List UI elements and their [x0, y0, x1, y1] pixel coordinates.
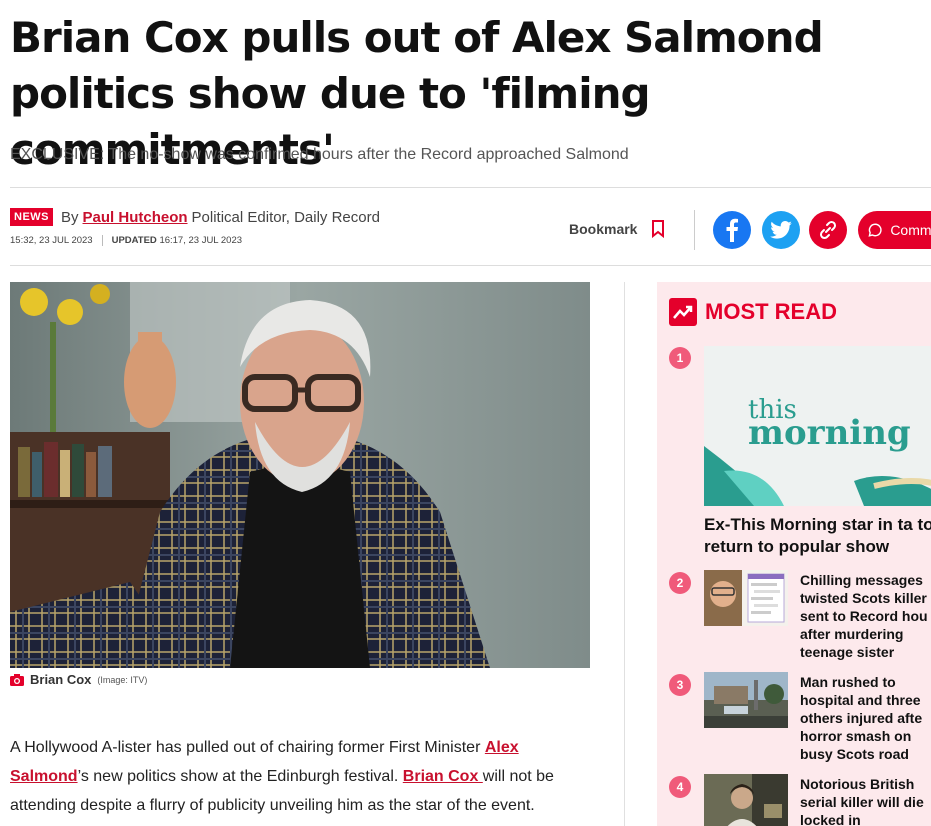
column-separator: [624, 282, 625, 826]
brian-cox-photo: [10, 282, 590, 668]
twitter-share-button[interactable]: [762, 211, 800, 249]
author-link[interactable]: Paul Hutcheon: [83, 209, 188, 226]
updated-label: UPDATED: [111, 235, 157, 246]
divider: [10, 187, 931, 188]
link-icon: [819, 220, 837, 240]
caption-credit: (Image: ITV): [97, 674, 148, 685]
rank-badge: 3: [669, 674, 691, 696]
most-read-item-title-text: Notorious British serial killer will die…: [800, 776, 924, 826]
rank-badge: 4: [669, 776, 691, 798]
most-read-item-title[interactable]: Ex-This Morning star in ta to return to …: [704, 514, 931, 558]
article-photo[interactable]: [10, 282, 590, 668]
facebook-share-button[interactable]: [713, 211, 751, 249]
date-separator: [101, 235, 103, 246]
author-role: Political Editor, Daily Record: [191, 208, 380, 226]
most-read-panel: MOST READ 1 this morning Ex-This Morning…: [657, 282, 931, 826]
article-standfirst: EXCLUSIVE: The no-show was confirmed hou…: [10, 146, 629, 163]
share-separator: [694, 210, 695, 250]
article-body-paragraph: A Hollywood A-lister has pulled out of c…: [10, 733, 590, 820]
trending-icon: [669, 298, 697, 326]
most-read-item-title[interactable]: Chilling messages twisted Scots killer s…: [800, 571, 931, 661]
most-read-hero-image[interactable]: this morning: [704, 346, 931, 506]
most-read-thumbnail[interactable]: [704, 672, 788, 728]
most-read-title: MOST READ: [705, 299, 837, 324]
photo-caption: Brian Cox (Image: ITV): [10, 672, 147, 687]
rank-badge: 1: [669, 347, 691, 369]
most-read-item-title-text: Ex-This Morning star in ta to return to …: [704, 515, 931, 556]
brian-cox-link[interactable]: Brian Cox: [403, 768, 483, 785]
bookmark-label: Bookmark: [569, 221, 638, 237]
updated-time: 16:17, 23 JUL 2023: [159, 235, 243, 246]
caption-name: Brian Cox: [30, 672, 92, 687]
bookmark-icon: [652, 220, 665, 238]
bookmark-button[interactable]: Bookmark: [569, 220, 665, 238]
most-read-item-title-text: Chilling messages twisted Scots killer s…: [800, 572, 928, 660]
body-text-part: ’s new politics show at the Edinburgh fe…: [77, 768, 403, 785]
most-read-thumbnail[interactable]: [704, 570, 788, 626]
twitter-icon: [770, 221, 792, 239]
hero-logo-text-2: morning: [748, 413, 911, 453]
most-read-heading: MOST READ: [669, 298, 837, 326]
comments-label: Comments: [890, 222, 931, 238]
camera-icon: [10, 673, 24, 686]
body-text-part: A Hollywood A-lister has pulled out of c…: [10, 739, 485, 756]
published-time: 15:32, 23 JUL 2023: [10, 235, 93, 246]
most-read-item-title[interactable]: Notorious British serial killer will die…: [800, 775, 931, 826]
most-read-item-title-text: Man rushed to hospital and three others …: [800, 674, 923, 762]
comment-icon: [868, 223, 882, 237]
comments-button[interactable]: Comments: [858, 211, 931, 249]
facebook-icon: [726, 218, 738, 242]
article-dates: 15:32, 23 JUL 2023 UPDATED 16:17, 23 JUL…: [10, 235, 242, 246]
byline-by: By: [61, 208, 79, 226]
divider: [10, 265, 931, 266]
news-badge[interactable]: NEWS: [10, 208, 53, 226]
most-read-thumbnail[interactable]: [704, 774, 788, 826]
byline: NEWS By Paul Hutcheon Political Editor, …: [10, 208, 380, 226]
most-read-item-title[interactable]: Man rushed to hospital and three others …: [800, 673, 931, 763]
rank-badge: 2: [669, 572, 691, 594]
copy-link-button[interactable]: [809, 211, 847, 249]
